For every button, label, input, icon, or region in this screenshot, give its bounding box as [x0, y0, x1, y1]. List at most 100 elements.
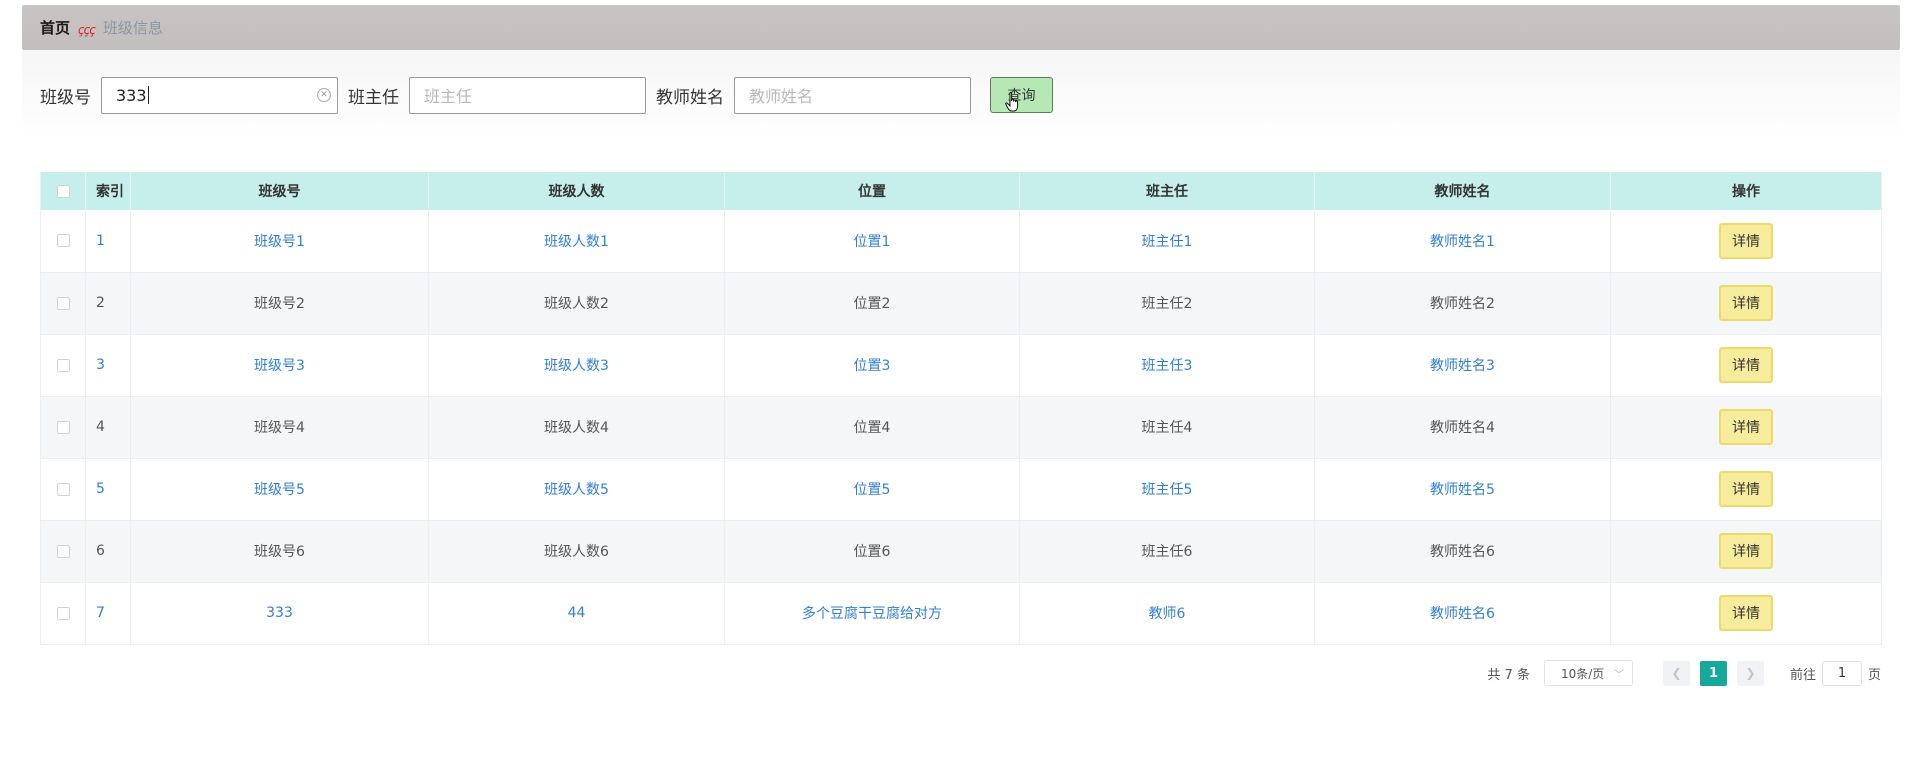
- page-size-value: 10条/页: [1560, 666, 1605, 681]
- cell-location[interactable]: 位置1: [724, 210, 1020, 273]
- cell-teacher-name[interactable]: 教师姓名6: [1314, 582, 1611, 645]
- cell-action: 详情: [1610, 396, 1882, 459]
- goto-label: 前往: [1789, 667, 1816, 683]
- cell-head-teacher[interactable]: 教师6: [1019, 582, 1315, 645]
- row-checkbox[interactable]: [56, 420, 70, 434]
- class-no-input[interactable]: 333 ✕: [101, 76, 338, 114]
- detail-button[interactable]: 详情: [1719, 471, 1773, 507]
- cell-action: 详情: [1610, 334, 1882, 397]
- teacher-name-label: 教师姓名: [656, 87, 724, 108]
- cell-location: 位置6: [724, 520, 1020, 583]
- cell-teacher-name: 教师姓名2: [1314, 272, 1611, 335]
- cell-index: 3: [85, 334, 131, 397]
- row-checkbox[interactable]: [56, 544, 70, 558]
- page-number-current[interactable]: 1: [1699, 660, 1727, 686]
- breadcrumb: 首页 ççç 班级信息: [22, 5, 1900, 50]
- table-row: 4 班级号4 班级人数4 位置4 班主任4 教师姓名4 详情: [40, 396, 1882, 459]
- cell-index: 4: [85, 396, 131, 459]
- pagination: 共 7 条 10条/页 ﹀ ❮ 1 ❯ 前往 1 页: [22, 658, 1881, 688]
- row-select-cell: [40, 520, 86, 583]
- circle-x-icon[interactable]: ✕: [317, 87, 331, 102]
- cell-head-teacher[interactable]: 班主任1: [1019, 210, 1315, 273]
- table-header-row: 索引 班级号 班级人数 位置 班主任 教师姓名 操作: [40, 172, 1882, 210]
- cell-action: 详情: [1610, 272, 1882, 335]
- cell-location[interactable]: 多个豆腐干豆腐给对方: [724, 582, 1020, 645]
- cell-class-size[interactable]: 班级人数1: [428, 210, 725, 273]
- cell-teacher-name[interactable]: 教师姓名5: [1314, 458, 1611, 521]
- table-row: 6 班级号6 班级人数6 位置6 班主任6 教师姓名6 详情: [40, 520, 1882, 583]
- cell-class-no: 班级号4: [130, 396, 429, 459]
- row-select-cell: [40, 334, 86, 397]
- cell-head-teacher[interactable]: 班主任5: [1019, 458, 1315, 521]
- row-select-cell: [40, 458, 86, 521]
- header-teacher-name: 教师姓名: [1314, 172, 1611, 210]
- cell-teacher-name[interactable]: 教师姓名1: [1314, 210, 1611, 273]
- cell-class-size: 班级人数2: [428, 272, 725, 335]
- cell-location[interactable]: 位置5: [724, 458, 1020, 521]
- teacher-name-input[interactable]: 教师姓名: [734, 76, 971, 114]
- cell-class-no[interactable]: 班级号1: [130, 210, 429, 273]
- row-select-cell: [40, 396, 86, 459]
- class-table: 索引 班级号 班级人数 位置 班主任 教师姓名 操作 1 班级号1 班级人数1 …: [40, 172, 1882, 645]
- cell-index: 5: [85, 458, 131, 521]
- select-all-checkbox[interactable]: [56, 184, 70, 198]
- row-checkbox[interactable]: [56, 234, 70, 248]
- cell-action: 详情: [1610, 582, 1882, 645]
- header-class-no: 班级号: [130, 172, 429, 210]
- page-size-select[interactable]: 10条/页 ﹀: [1543, 660, 1633, 686]
- table-row: 1 班级号1 班级人数1 位置1 班主任1 教师姓名1 详情: [40, 210, 1882, 273]
- detail-button[interactable]: 详情: [1719, 533, 1773, 569]
- search-bar: 班级号 333 ✕ 班主任 班主任 教师姓名 教师姓名 查询: [40, 76, 1053, 114]
- breadcrumb-home[interactable]: 首页: [40, 17, 70, 38]
- header-head-teacher: 班主任: [1019, 172, 1315, 210]
- class-no-value: 333: [116, 85, 147, 105]
- cell-location[interactable]: 位置3: [724, 334, 1020, 397]
- detail-button[interactable]: 详情: [1719, 595, 1773, 631]
- table-row: 3 班级号3 班级人数3 位置3 班主任3 教师姓名3 详情: [40, 334, 1882, 397]
- head-teacher-input[interactable]: 班主任: [409, 76, 646, 114]
- cell-class-size[interactable]: 44: [428, 582, 725, 645]
- row-checkbox[interactable]: [56, 606, 70, 620]
- cell-teacher-name: 教师姓名4: [1314, 396, 1611, 459]
- cell-action: 详情: [1610, 210, 1882, 273]
- cell-class-no[interactable]: 班级号3: [130, 334, 429, 397]
- cell-class-no: 班级号6: [130, 520, 429, 583]
- cell-class-no[interactable]: 333: [130, 582, 429, 645]
- header-class-size: 班级人数: [428, 172, 725, 210]
- cell-head-teacher: 班主任2: [1019, 272, 1315, 335]
- class-no-label: 班级号: [40, 87, 91, 108]
- cell-class-size[interactable]: 班级人数3: [428, 334, 725, 397]
- chevron-left-icon[interactable]: ❮: [1662, 660, 1690, 686]
- detail-button[interactable]: 详情: [1719, 285, 1773, 321]
- content-panel: 班级号 333 ✕ 班主任 班主任 教师姓名 教师姓名 查询 索引 班级号 班级…: [22, 50, 1900, 700]
- hand-pointer-icon: [1005, 92, 1019, 112]
- cell-index: 1: [85, 210, 131, 273]
- detail-button[interactable]: 详情: [1719, 409, 1773, 445]
- goto-page-input[interactable]: 1: [1821, 660, 1862, 686]
- select-all-cell: [40, 172, 86, 210]
- header-index: 索引: [85, 172, 131, 210]
- row-checkbox[interactable]: [56, 358, 70, 372]
- cell-teacher-name[interactable]: 教师姓名3: [1314, 334, 1611, 397]
- text-caret: [147, 86, 149, 104]
- chevron-down-icon: ﹀: [1613, 670, 1624, 681]
- page-suffix: 页: [1867, 667, 1881, 683]
- cell-head-teacher: 班主任4: [1019, 396, 1315, 459]
- cell-class-size: 班级人数4: [428, 396, 725, 459]
- cell-head-teacher[interactable]: 班主任3: [1019, 334, 1315, 397]
- table-row: 5 班级号5 班级人数5 位置5 班主任5 教师姓名5 详情: [40, 458, 1882, 521]
- cell-index: 2: [85, 272, 131, 335]
- cell-class-size: 班级人数6: [428, 520, 725, 583]
- detail-button[interactable]: 详情: [1719, 347, 1773, 383]
- cell-class-size[interactable]: 班级人数5: [428, 458, 725, 521]
- cell-class-no: 班级号2: [130, 272, 429, 335]
- row-select-cell: [40, 210, 86, 273]
- row-checkbox[interactable]: [56, 296, 70, 310]
- row-checkbox[interactable]: [56, 482, 70, 496]
- chevron-right-icon[interactable]: ❯: [1736, 660, 1764, 686]
- cell-index: 6: [85, 520, 131, 583]
- cell-class-no[interactable]: 班级号5: [130, 458, 429, 521]
- cell-head-teacher: 班主任6: [1019, 520, 1315, 583]
- query-button[interactable]: 查询: [990, 77, 1053, 113]
- detail-button[interactable]: 详情: [1719, 222, 1773, 259]
